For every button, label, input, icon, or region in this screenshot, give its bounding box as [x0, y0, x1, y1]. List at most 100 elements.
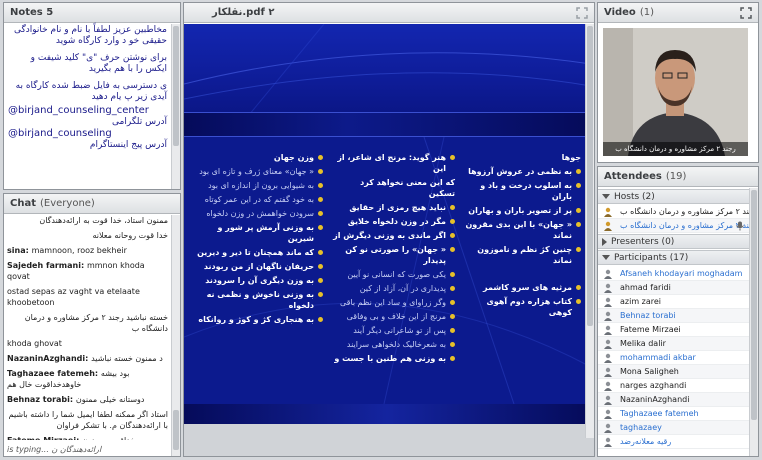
- slide-text-line: مگر در وزن دلخواه خلایق: [333, 216, 455, 227]
- video-pod: Video (1) رجند ۲ مرکز مشاوره و درمان دانش…: [597, 2, 759, 163]
- chat-sender: NazaninAzghandi:: [7, 354, 92, 363]
- participant-name: NazaninAzghandi: [620, 395, 690, 404]
- notes-pod: Notes 5 مخاطبین عزیز لطفاً با نام و نام …: [3, 2, 181, 190]
- participant-name: narges azghandi: [620, 381, 687, 390]
- participant-row[interactable]: Melika dalir: [598, 337, 749, 351]
- slide-text-line: به اسلوب درخت و باد و باران: [465, 180, 581, 202]
- host-name: رجند ۲ مرکز مشاوره و درمان دانشگاه ب: [620, 207, 749, 216]
- fullscreen-icon[interactable]: [576, 7, 588, 19]
- notes-scroll-thumb[interactable]: [173, 26, 179, 146]
- participant-name: taghazaey: [620, 423, 662, 432]
- host-icon: [603, 207, 613, 217]
- notes-title-bar: Notes 5: [4, 3, 180, 23]
- chat-text: د ممنون خسته نباشید: [91, 354, 163, 363]
- participant-name: ahmad faridi: [620, 283, 671, 292]
- video-count: (1): [639, 7, 654, 18]
- chat-message: ostad sepas az vaght va etelaate khoobet…: [7, 286, 168, 308]
- instagram-handle: @birjand_counseling: [8, 128, 112, 139]
- participant-icon: [603, 409, 613, 419]
- chat-text: khoda ghovat: [7, 339, 62, 348]
- slide-text-line: یکی صورت که انسانی نو آیین: [333, 269, 455, 280]
- participant-name: Mona Saligheh: [620, 367, 679, 376]
- notes-content[interactable]: مخاطبین عزیز لطفاً با نام و نام خانوادگی…: [8, 25, 167, 187]
- presenter-image: [603, 28, 748, 156]
- chat-scrollbar[interactable]: [171, 215, 180, 456]
- slide-text-line: کتاب هزاره دوم آهوی کوهی: [465, 296, 581, 318]
- participant-icon: [603, 311, 613, 321]
- slide-text-line: مرنج از این خلاف و بی وفاقی: [333, 311, 455, 322]
- video-title-bar: Video (1): [598, 3, 758, 23]
- chat-sender: Taghazaee fatemeh:: [7, 369, 101, 378]
- participant-icon: [603, 339, 613, 349]
- chat-message: Sajedeh farmani: mmnon khoda qovat: [7, 260, 168, 282]
- notes-scrollbar[interactable]: [171, 24, 180, 189]
- telegram-handle: @birjand_counseling_center: [8, 105, 149, 116]
- chat-scroll-thumb[interactable]: [173, 410, 179, 450]
- participant-row[interactable]: NazaninAzghandi: [598, 393, 749, 407]
- participant-row[interactable]: ahmad faridi: [598, 281, 749, 295]
- typing-indicator: is typing... ارائه‌دهندگان ن: [7, 445, 102, 454]
- slide-text-line: « جهان» با این بدی مقرون نماند: [465, 219, 581, 241]
- chat-message: خسته نباشید رجند ۲ مرکز مشاوره و درمان د…: [7, 312, 168, 334]
- slide-text-line: که این معنی نخواهد کرد تسکین: [360, 178, 455, 198]
- participant-name: Taghazaee fatemeh: [620, 409, 699, 418]
- document-title: نقلکار.pdf ۲: [212, 7, 275, 18]
- participants-section-header[interactable]: Participants (17): [598, 250, 749, 265]
- slide-column-left: وزن جهان « جهان» معنای ژرف و تازه ای بود ب…: [191, 152, 323, 328]
- slide-text-line: اگر ماندی به وزنی دیگرش از: [333, 230, 455, 241]
- attendees-scroll-thumb[interactable]: [751, 190, 757, 420]
- attendees-title-bar: Attendees (19): [598, 167, 758, 187]
- participant-row[interactable]: Mona Saligheh: [598, 365, 749, 379]
- chat-text: ostad sepas az vaght va etelaate khoobet…: [7, 287, 140, 307]
- host-row[interactable]: رجند ۲ مرکز مشاوره و درمان دانشگاه ب: [598, 219, 749, 233]
- instagram-label: آدرس پیج اینستاگرام: [89, 140, 167, 150]
- participant-row[interactable]: taghazaey: [598, 421, 749, 435]
- attendees-pod: Attendees(19) Hosts (2) رجند ۲ مرکز مشاو…: [597, 166, 759, 457]
- participant-row[interactable]: mohammadi akbar: [598, 351, 749, 365]
- slide-decoration: [184, 24, 591, 122]
- share-pod: نقلکار.pdf ۲ جوها به نظمی در عروش آرزوها ب…: [183, 2, 595, 457]
- attendees-scrollbar[interactable]: [749, 188, 758, 456]
- attendees-title: Attendees: [604, 171, 662, 182]
- notes-line: مخاطبین عزیز لطفاً با نام و نام خانوادگی…: [13, 25, 167, 46]
- slide-text-line: به وزنی ناخوش و نظمی نه دلخواه: [191, 289, 323, 311]
- participant-name: mohammadi akbar: [620, 353, 696, 362]
- chat-audience[interactable]: (Everyone): [40, 198, 95, 209]
- slide-text-line: [465, 269, 581, 279]
- slide-text-line: مرثیه های سرو کاشمر: [465, 282, 581, 293]
- participant-name: رقیه معلانه‌رضد: [620, 437, 672, 446]
- slide-text-line: به خود گفتم که در این عمر کوتاه: [191, 194, 323, 205]
- slide-text-line: به وزنی آرمش پر شور و شیرین: [191, 222, 323, 244]
- fullscreen-icon[interactable]: [740, 7, 752, 19]
- participant-row[interactable]: azim zarei: [598, 295, 749, 309]
- webcam-feed[interactable]: رجند ۲ مرکز مشاوره و درمان دانشگاه ب: [603, 28, 748, 156]
- attendees-count: (19): [665, 171, 687, 182]
- participant-icon: [603, 297, 613, 307]
- chat-message: sina: mamnoon, rooz bekheir: [7, 245, 168, 256]
- slide-text-line: به شیوایی برون از اندازه ای بود: [191, 180, 323, 191]
- share-title-bar: نقلکار.pdf ۲: [184, 3, 594, 23]
- hosts-section-header[interactable]: Hosts (2): [598, 189, 749, 204]
- participant-row[interactable]: Afsaneh khodayari moghadam: [598, 267, 749, 281]
- share-scrollbar[interactable]: [585, 24, 594, 438]
- participant-row[interactable]: Behnaz torabi: [598, 309, 749, 323]
- chat-title: Chat: [10, 198, 36, 209]
- participant-row[interactable]: Fateme Mirzaei: [598, 323, 749, 337]
- chat-text: استاد اگر ممکنه لطفا ایمیل شما را داشته …: [8, 410, 168, 430]
- host-row[interactable]: رجند ۲ مرکز مشاوره و درمان دانشگاه ب: [598, 205, 749, 219]
- participant-row[interactable]: رقیه معلانه‌رضد: [598, 435, 749, 449]
- share-scroll-thumb[interactable]: [587, 26, 593, 326]
- chat-message: خدا قوت روحانه معلانه: [7, 230, 168, 241]
- participant-icon: [603, 423, 613, 433]
- presenters-section-header[interactable]: Presenters (0): [598, 234, 749, 249]
- participant-name: Afsaneh khodayari moghadam: [620, 269, 743, 278]
- chat-text: دوستانه خیلی ممنون: [75, 395, 145, 404]
- participant-name: azim zarei: [620, 297, 662, 306]
- telegram-label: آدرس تلگرامی: [112, 117, 167, 127]
- slide-text-line: سرودن خواهمش در وزن دلخواه: [191, 208, 323, 219]
- chat-messages[interactable]: ممنون استاد، خدا قوت به ارائه‌دهندگان خدا…: [7, 215, 168, 440]
- participant-row[interactable]: Taghazaee fatemeh: [598, 407, 749, 421]
- participant-row[interactable]: narges azghandi: [598, 379, 749, 393]
- slide-text-line: وگر زراوای و ساد این نظم باقی: [333, 297, 455, 308]
- slide-text-line: « جهان» معنای ژرف و تازه ای بود: [191, 166, 323, 177]
